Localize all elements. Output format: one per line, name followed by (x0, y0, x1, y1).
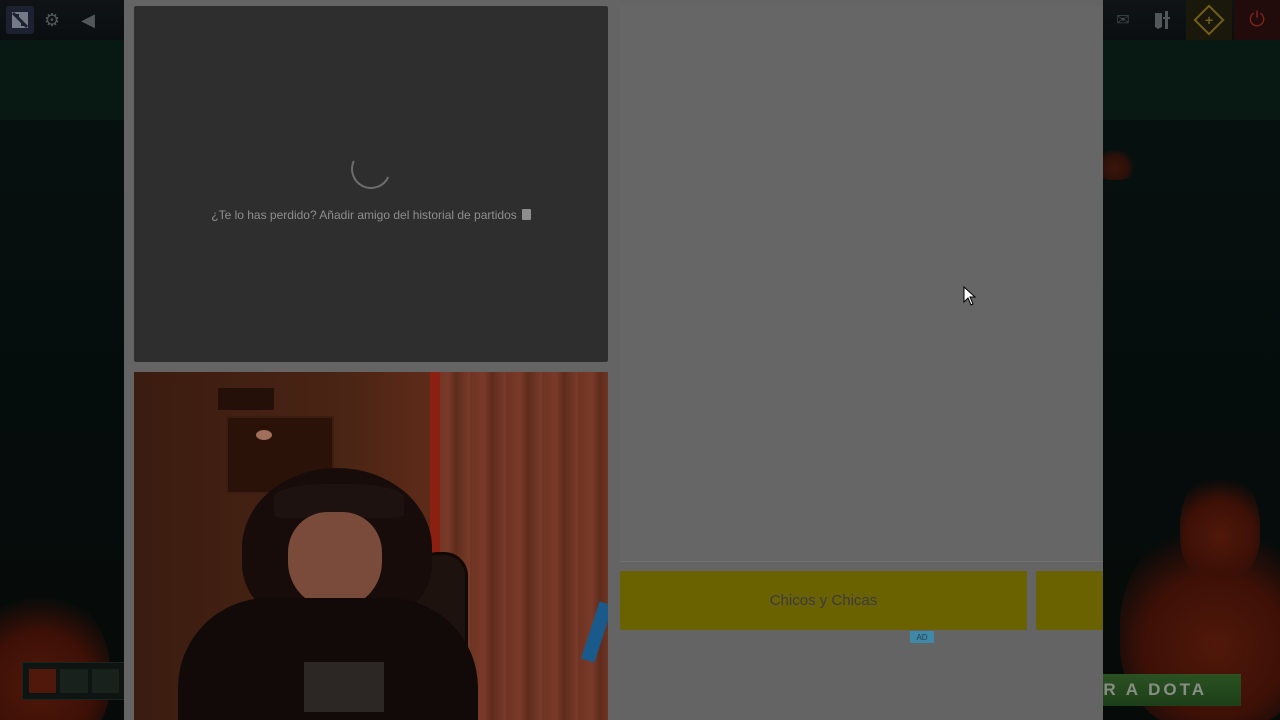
ad-banner-text: Chicos y Chicas (769, 592, 878, 609)
ad-banner[interactable]: Chicos y Chicas (620, 571, 1027, 630)
loading-spinner-icon (345, 143, 397, 195)
webcam-person-face (288, 512, 382, 608)
document-icon (521, 209, 531, 220)
match-history-message-text: ¿Te lo has perdido? Añadir amigo del his… (211, 208, 517, 222)
webcam-shirt-print (304, 662, 384, 712)
webcam-feed (134, 372, 608, 720)
webcam-wall-item (218, 388, 274, 410)
divider (620, 561, 1103, 562)
ad-badge-text: AD (916, 632, 928, 642)
content-panel (620, 6, 1103, 561)
ad-badge[interactable]: AD (910, 631, 934, 643)
ad-banner-secondary[interactable] (1036, 571, 1103, 630)
webcam-light (256, 430, 272, 440)
mouse-cursor-icon (963, 286, 977, 306)
overlay-web-page: ¿Te lo has perdido? Añadir amigo del his… (124, 0, 1103, 720)
match-history-message[interactable]: ¿Te lo has perdido? Añadir amigo del his… (134, 208, 608, 222)
match-history-panel: ¿Te lo has perdido? Añadir amigo del his… (134, 6, 608, 362)
